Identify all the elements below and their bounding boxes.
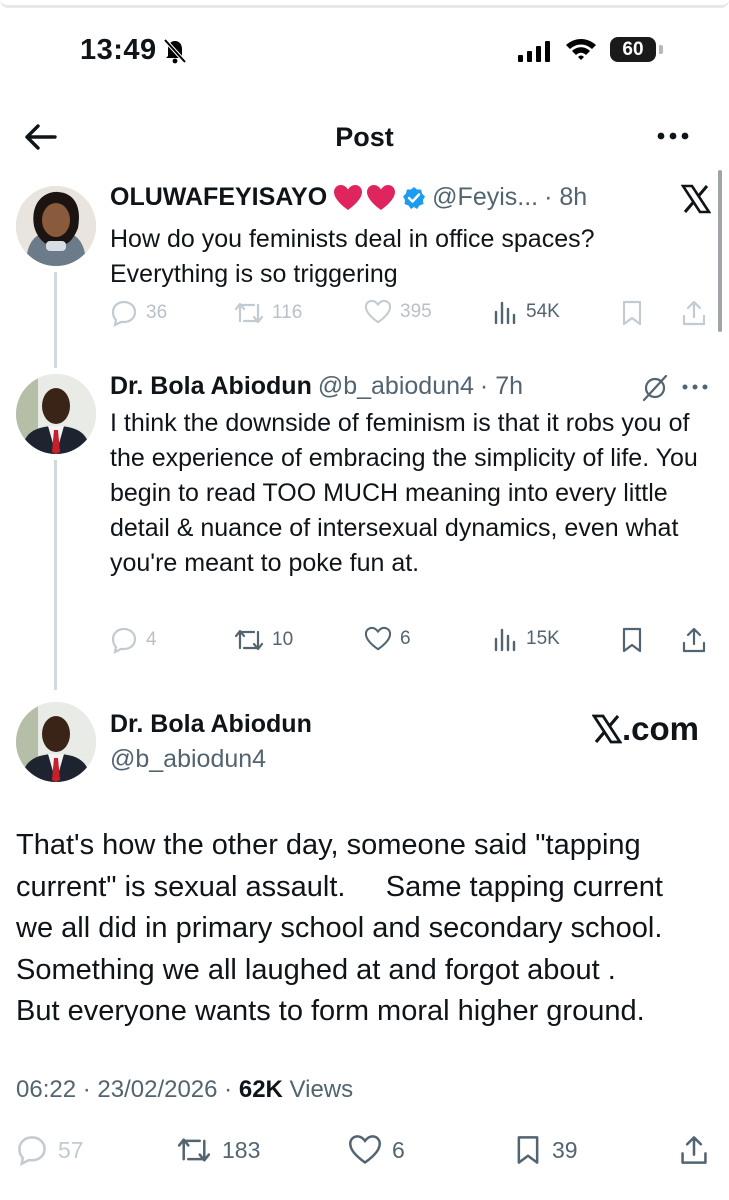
text-line: Something we all laughed at and forgot a… (16, 953, 616, 986)
thread-connector (54, 272, 57, 368)
text-line: current" is sexual assault. Same tapping… (16, 870, 663, 903)
bookmark-count: 39 (552, 1136, 578, 1163)
views-button[interactable]: 54K (492, 299, 560, 325)
scrollbar[interactable] (718, 170, 722, 332)
x-logo-icon (681, 184, 711, 214)
post-time: · 7h (479, 372, 524, 400)
author-handle[interactable]: @b_abiodun4 (110, 745, 266, 774)
cellular-signal-icon (518, 40, 550, 62)
status-bar: 13:49 60 (0, 28, 729, 72)
reply-icon (111, 627, 137, 654)
avatar-bola-abiodun[interactable] (16, 374, 96, 454)
tweet2-actions: 4 10 6 15K (110, 626, 710, 660)
author-name[interactable]: Dr. Bola Abiodun (110, 710, 312, 739)
reply-button[interactable]: 36 (110, 299, 167, 327)
view-count: 15K (526, 628, 560, 649)
like-button[interactable]: 395 (364, 299, 432, 325)
red-heart-emoji (333, 184, 396, 212)
view-count: 54K (526, 301, 560, 322)
tweet1-header: OLUWAFEYISAYO @Feyis... · 8h (110, 183, 587, 212)
reply-button[interactable]: 4 (110, 626, 157, 654)
post-timestamp: 06:22 · 23/02/2026 · (16, 1076, 239, 1103)
thread-connector (54, 460, 57, 690)
reply-icon (18, 1136, 46, 1166)
heart-icon (364, 299, 392, 324)
reply-count: 4 (146, 629, 157, 650)
reply-count: 57 (58, 1136, 84, 1163)
avatar-oluwafeyisayo[interactable] (16, 186, 96, 266)
grok-icon[interactable] (640, 374, 670, 402)
page-title: Post (335, 122, 394, 152)
views-chart-icon (494, 628, 516, 652)
share-icon[interactable] (678, 1134, 710, 1166)
reply-button[interactable]: 57 (16, 1134, 84, 1166)
status-time: 13:49 (80, 34, 187, 67)
author-name[interactable]: Dr. Bola Abiodun (110, 372, 312, 401)
bookmark-icon[interactable] (620, 299, 644, 327)
repost-icon (234, 629, 264, 651)
repost-icon (234, 302, 264, 324)
post-time: · 8h (544, 183, 588, 211)
more-horizontal-icon[interactable] (655, 124, 691, 148)
avatar-image (16, 702, 96, 782)
author-handle[interactable]: @b_abiodun4 (318, 372, 474, 401)
avatar-bola-abiodun[interactable] (16, 702, 96, 782)
heart-icon (364, 626, 392, 651)
main-tweet-name-row: Dr. Bola Abiodun (110, 710, 312, 739)
like-button[interactable]: 6 (348, 1134, 405, 1166)
like-count: 6 (392, 1136, 405, 1163)
text-line: That's how the other day, someone said "… (16, 829, 641, 861)
battery-indicator: 60 (610, 37, 656, 62)
views-chart-icon (494, 301, 516, 325)
bookmark-icon[interactable] (620, 626, 644, 654)
views-button[interactable]: 15K (492, 626, 560, 652)
bookmark-icon (517, 1136, 539, 1164)
repost-count: 183 (222, 1136, 261, 1163)
verified-badge-icon (403, 186, 426, 209)
heart-icon (349, 1135, 381, 1164)
reply-icon (111, 300, 137, 327)
tweet2-text: I think the downside of feminism is that… (110, 409, 698, 577)
text-line: But everyone wants to form moral higher … (16, 995, 645, 1027)
like-button[interactable]: 6 (364, 626, 411, 652)
avatar-image (16, 186, 96, 266)
top-nav: Post (0, 112, 729, 164)
author-handle[interactable]: @Feyis... (432, 183, 538, 212)
repost-button[interactable]: 116 (234, 299, 302, 327)
x-com-watermark: .com (592, 710, 699, 748)
repost-button[interactable]: 10 (234, 626, 293, 654)
reply-count: 36 (146, 302, 168, 323)
bookmark-button[interactable]: 39 (514, 1134, 578, 1166)
battery-tip (659, 45, 663, 54)
device-frame-edge (0, 0, 729, 8)
battery-level: 60 (622, 38, 644, 60)
repost-icon (177, 1138, 211, 1162)
tweet1-actions: 36 116 395 54K (110, 299, 710, 333)
clock: 13:49 (80, 34, 157, 66)
x-logo-icon (592, 714, 622, 744)
view-count[interactable]: 62K (239, 1076, 283, 1103)
like-count: 395 (400, 301, 432, 322)
tweet2-header: Dr. Bola Abiodun @b_abiodun4 · 7h (110, 372, 523, 401)
text-line: we all did in primary school and seconda… (16, 912, 663, 944)
repost-count: 10 (272, 629, 294, 650)
share-icon[interactable] (680, 299, 708, 327)
share-icon[interactable] (680, 626, 708, 654)
silent-bell-icon (163, 38, 187, 63)
repost-count: 116 (272, 302, 303, 323)
brand-domain: .com (622, 710, 700, 747)
main-tweet-actions: 57 183 6 39 (16, 1134, 716, 1170)
avatar-image (16, 374, 96, 454)
repost-button[interactable]: 183 (176, 1134, 260, 1166)
like-count: 6 (400, 628, 411, 649)
main-tweet-text: That's how the other day, someone said "… (16, 825, 716, 1033)
author-name[interactable]: OLUWAFEYISAYO (110, 183, 327, 212)
post-meta: 06:22 · 23/02/2026 · 62K Views (16, 1076, 353, 1104)
main-tweet-handle-row: @b_abiodun4 (110, 745, 266, 774)
wifi-icon (566, 39, 596, 60)
tweet1-text: How do you feminists deal in office spac… (110, 225, 595, 288)
more-horizontal-icon[interactable] (680, 380, 710, 394)
views-label: Views (282, 1076, 354, 1103)
